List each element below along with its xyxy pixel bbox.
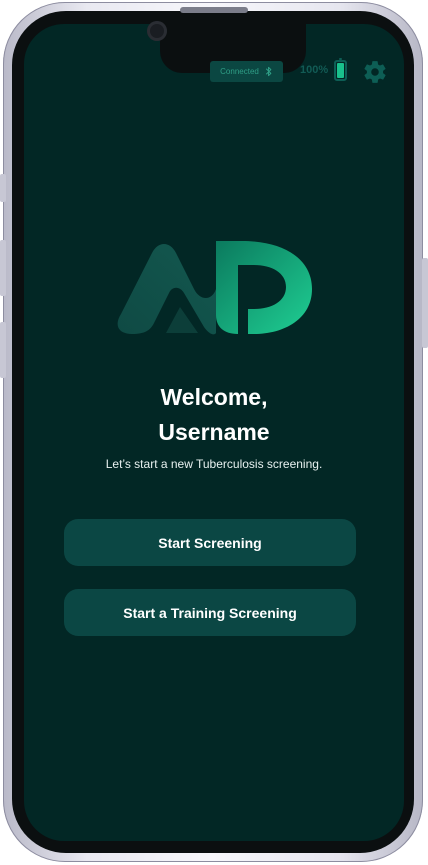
username: Username — [158, 419, 270, 445]
bluetooth-icon — [265, 66, 272, 77]
welcome-heading: Welcome, Username — [0, 380, 428, 450]
start-screening-button[interactable]: Start Screening — [64, 519, 356, 566]
battery-level — [337, 63, 344, 78]
gear-icon[interactable] — [362, 59, 388, 85]
welcome-subtitle: Let’s start a new Tuberculosis screening… — [105, 457, 323, 471]
connection-status-label: Connected — [220, 67, 259, 76]
connection-status-badge[interactable]: Connected — [210, 61, 283, 82]
battery-icon — [334, 58, 347, 81]
silent-switch — [0, 174, 6, 202]
welcome-line: Welcome, — [160, 384, 268, 410]
status-bar: Connected 100% — [0, 0, 428, 100]
volume-up-button — [0, 240, 6, 296]
battery-percent: 100% — [300, 64, 329, 76]
power-button — [422, 258, 428, 348]
ad-logo — [117, 241, 312, 335]
volume-down-button — [0, 322, 6, 378]
start-training-screening-button[interactable]: Start a Training Screening — [64, 589, 356, 636]
